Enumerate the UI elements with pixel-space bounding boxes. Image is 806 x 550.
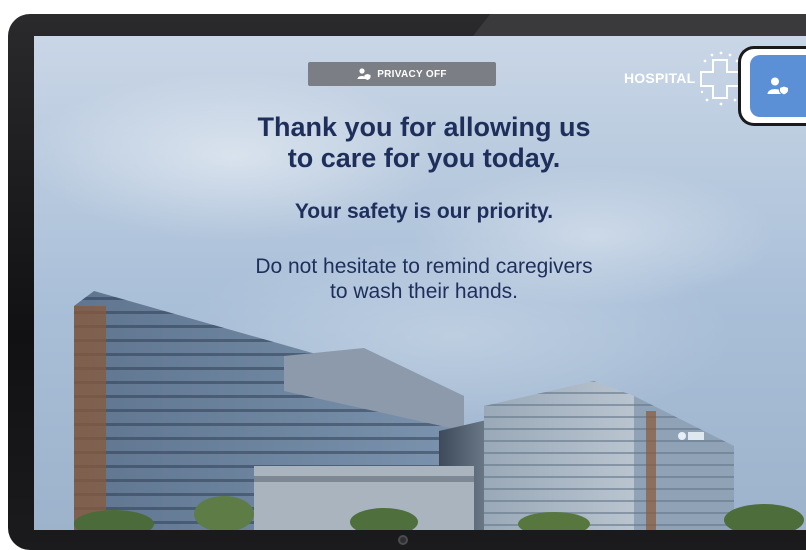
hand-washing-reminder: Do not hesitate to remind caregivers to … xyxy=(255,255,593,303)
user-shield-icon xyxy=(767,77,789,95)
display-screen: PRIVACY OFF HOSPITAL Thank you for allow… xyxy=(34,36,806,530)
hospital-logo-text: HOSPITAL xyxy=(624,70,696,86)
cross-stars-icon xyxy=(699,50,743,106)
webcam-icon xyxy=(398,535,408,545)
thank-you-headline: Thank you for allowing us to care for yo… xyxy=(257,112,591,173)
privacy-toggle-button[interactable] xyxy=(738,46,806,126)
privacy-toggle-face xyxy=(750,55,806,117)
safety-subtitle: Your safety is our priority. xyxy=(294,200,554,223)
user-shield-icon xyxy=(357,68,371,80)
privacy-status-label: PRIVACY OFF xyxy=(377,68,447,80)
privacy-status-bar[interactable]: PRIVACY OFF xyxy=(308,62,496,86)
